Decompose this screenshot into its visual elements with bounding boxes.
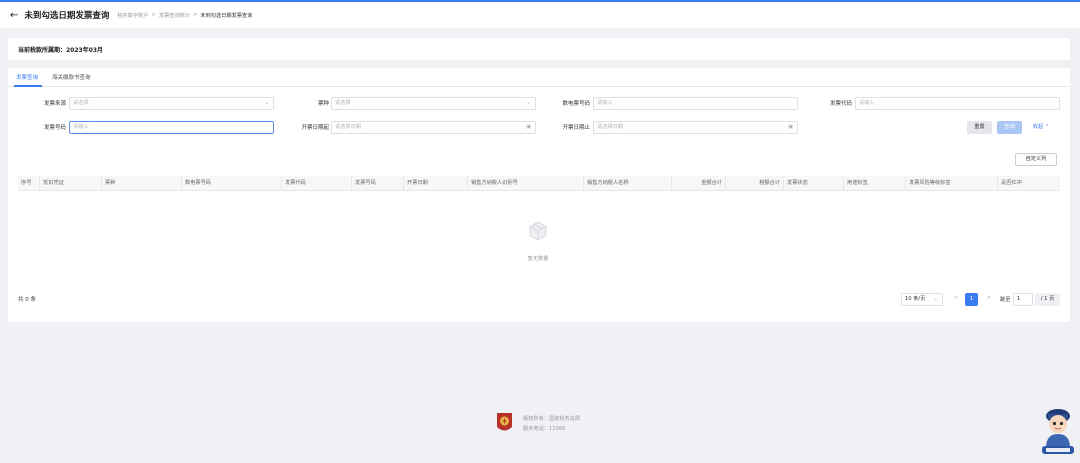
column-header: 销售方纳税人识别号 [468,176,584,191]
chevron-down-icon: ⌄ [264,100,269,106]
tax-period: 当前税款所属期：2023年03月 [8,38,1070,60]
chevron-down-icon: ⌄ [526,100,531,106]
reset-button[interactable]: 重置 [967,121,992,134]
table-header: 序号 抵扣凭证 票种 数电票号码 发票代码 发票号码 开票日期 销售方纳税人识别… [18,176,1060,191]
column-header: 序号 [18,176,40,191]
column-header: 票种 [102,176,182,191]
column-header: 金额合计 [672,176,726,191]
next-page-icon[interactable]: > [986,294,991,301]
column-header: 发票号码 [352,176,404,191]
page-number-current[interactable]: 1 [965,293,978,306]
invoice-code-label: 发票代码 [829,101,852,107]
invoice-no-label: 发票号码 [43,125,66,131]
prev-page-icon[interactable]: < [954,294,959,301]
tab-invoice-query[interactable]: 发票查询 [16,73,38,81]
column-header: 税额合计 [726,176,784,191]
invoice-code-input[interactable]: 请输入 [855,97,1060,110]
empty-state-text: 暂无数据 [527,256,549,262]
custom-columns-button[interactable]: 自定义列 [1015,153,1057,166]
column-header: 开票日期 [404,176,468,191]
query-button[interactable]: 查询 [997,121,1022,134]
column-header: 是否红冲 [1001,180,1022,186]
jump-page-input[interactable]: 1 [1013,293,1033,306]
page-size-select[interactable]: 10 条/页 ⌄ [901,293,943,306]
date-end-picker[interactable]: 请选择日期 ▣ [593,121,798,134]
digital-invoice-no-input[interactable]: 请输入 [593,97,798,110]
column-header: 抵扣凭证 [40,176,102,191]
column-header: 销售方纳税人名称 [584,176,672,191]
footer-hotline: 服务电话：12366 [523,426,566,432]
invoice-type-label: 票种 [317,101,329,107]
column-header: 发票状态 [784,176,844,191]
chevron-up-icon: ⌃ [1044,124,1050,130]
column-header: 数电票号码 [182,176,282,191]
tab-customs-query[interactable]: 海关缴款书查询 [52,73,91,81]
date-start-label: 开票日期起 [301,125,329,131]
invoice-source-select[interactable]: 请选择 ⌄ [69,97,274,110]
arrow-left-icon[interactable]: ← [10,10,18,21]
page-title: 未到勾选日期发票查询 [24,11,110,21]
footer-info: 版权所有：国家税务总局 服务电话：12366 [523,414,580,434]
chevron-right-icon: > [151,12,156,18]
tab-active-indicator [14,85,42,87]
invoice-no-input[interactable]: 请输入 [69,121,274,134]
empty-box-icon [529,221,547,241]
footer-sponsor: 版权所有：国家税务总局 [523,416,581,422]
total-pages: / 1 页 [1035,293,1060,306]
calendar-icon: ▣ [788,124,793,130]
breadcrumb-item[interactable]: 发票查询统计 [159,12,190,19]
invoice-source-label: 发票来源 [43,101,66,107]
collapse-button[interactable]: 收起 ⌃ [1027,121,1055,134]
breadcrumb-current: 未到勾选日期发票查询 [200,12,253,19]
page-header: ← 未到勾选日期发票查询 税务数字账户 > 发票查询统计 > 未到勾选日期发票查… [0,2,1080,28]
chevron-down-icon: ⌄ [933,296,938,302]
query-panel: 发票查询 海关缴款书查询 发票来源 请选择 ⌄ 票种 请选择 ⌄ 数电票号码 请… [8,68,1070,322]
column-header: 发票风险等级标签 [906,176,998,191]
tax-bureau-emblem-icon [497,413,512,431]
digital-invoice-no-label: 数电票号码 [562,101,590,107]
breadcrumb-item[interactable]: 税务数字账户 [117,12,148,19]
tab-bar: 发票查询 海关缴款书查询 [8,68,1070,87]
breadcrumb: 税务数字账户 > 发票查询统计 > 未到勾选日期发票查询 [117,12,252,19]
invoice-type-select[interactable]: 请选择 ⌄ [331,97,536,110]
date-end-label: 开票日期止 [562,125,590,131]
total-count: 共 0 条 [18,297,36,303]
date-start-picker[interactable]: 请选择日期 ▣ [331,121,536,134]
jump-label: 跳至 [1000,297,1011,303]
column-header: 用途标签 [844,176,906,191]
chevron-right-icon: > [193,12,198,18]
calendar-icon: ▣ [526,124,531,130]
assistant-avatar-icon[interactable] [1040,404,1076,458]
column-header: 发票代码 [282,176,352,191]
